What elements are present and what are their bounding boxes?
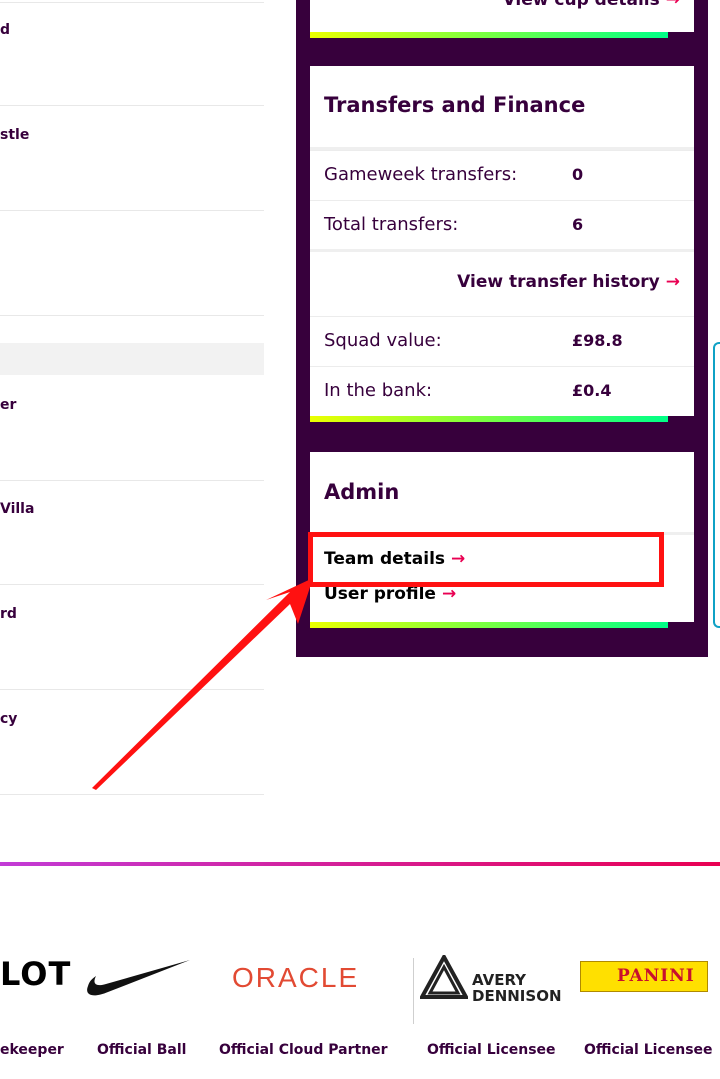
- partner-label: Official Cloud Partner: [219, 1042, 388, 1058]
- partner-label: Official Licensee: [584, 1042, 713, 1058]
- divider: [413, 958, 414, 1024]
- partner-label: Official Licensee: [427, 1042, 556, 1058]
- nike-swoosh-icon[interactable]: [84, 956, 194, 998]
- annotation-arrow-icon: [92, 578, 313, 790]
- panini-logo-text: PANINI: [617, 966, 695, 986]
- partner-logo-oracle[interactable]: ORACLE: [232, 962, 359, 994]
- partner-logo-avery-dennison[interactable]: AVERY DENNISON: [472, 972, 562, 1004]
- avery-dennison-triangle-icon[interactable]: [420, 955, 468, 999]
- footer-divider: [0, 862, 720, 866]
- partner-label: Official Ball: [97, 1042, 187, 1058]
- partner-label: ekeeper: [0, 1042, 64, 1058]
- partner-logo-panini[interactable]: PANINI: [580, 961, 708, 992]
- partner-logo-lot[interactable]: LOT: [0, 955, 71, 993]
